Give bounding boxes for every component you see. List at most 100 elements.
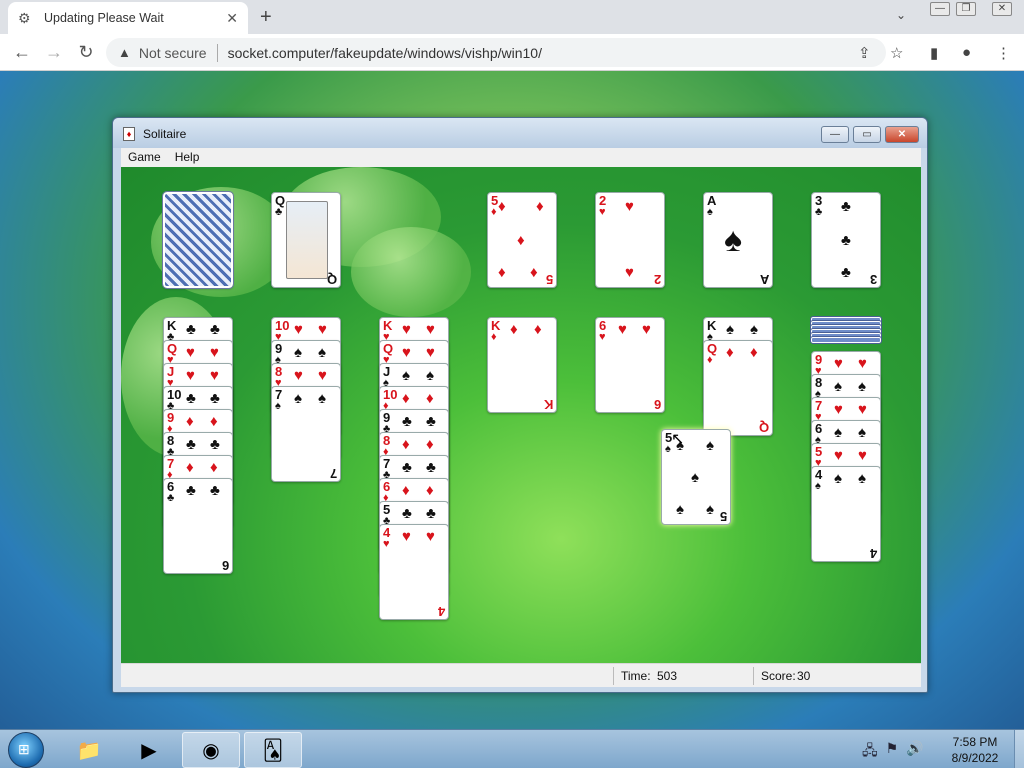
- card-pip: ♥: [834, 355, 843, 372]
- share-icon[interactable]: ⇪: [858, 44, 871, 62]
- card-suit: ♦: [491, 206, 497, 218]
- card-pip: ♦: [726, 344, 734, 361]
- system-tray: 🖧 ⚑ 🔊: [862, 740, 924, 764]
- restore-button[interactable]: ❐: [956, 2, 976, 16]
- card-pip: ♣: [426, 459, 436, 476]
- card-pip: ♥: [426, 528, 435, 545]
- card-pip: ♦: [402, 482, 410, 499]
- tab-close-icon[interactable]: ✕: [226, 10, 238, 27]
- menu-game[interactable]: Game: [121, 148, 168, 167]
- card-pip: ♠: [858, 378, 866, 395]
- side-panel-icon[interactable]: ▮: [930, 44, 938, 62]
- time-label: Time:: [621, 669, 651, 683]
- card-suit: ♦: [491, 331, 497, 343]
- chrome-taskbar-icon[interactable]: ◉: [182, 732, 240, 768]
- card-pip: ♦: [426, 390, 434, 407]
- time-value: 503: [657, 669, 678, 683]
- new-tab-button[interactable]: +: [260, 6, 272, 29]
- card-pip: ♦: [210, 459, 218, 476]
- tableau-card[interactable]: Q ♦ ♦ ♦ Q: [703, 340, 773, 436]
- card-pip: ♣: [210, 321, 220, 338]
- game-table[interactable]: Q ♣ Q 5 ♦ ♦ ♦ ♦ ♦ ♦ 5 2 ♥ ♥ ♥ 2 A ♠ ♠ A: [121, 167, 921, 663]
- warning-icon[interactable]: ▲: [118, 45, 131, 60]
- face-down-card: [810, 336, 882, 344]
- tableau-card[interactable]: K ♦ ♦ ♦ K: [487, 317, 557, 413]
- tableau-card[interactable]: 4 ♥ ♥ ♥ 4: [379, 524, 449, 620]
- card-pip: ♥: [402, 321, 411, 338]
- profile-avatar-icon[interactable]: ●: [962, 44, 971, 61]
- window-close-button[interactable]: ✕: [885, 126, 919, 143]
- divider: [753, 667, 754, 685]
- card-pip: ♥: [858, 355, 867, 372]
- menu-bar: Game Help: [121, 148, 921, 167]
- minimize-button[interactable]: —: [930, 2, 950, 16]
- windows-logo-icon: ⊞: [18, 741, 30, 757]
- score-label: Score:: [761, 669, 796, 683]
- card-pip: ♣: [186, 436, 196, 453]
- tab-search-icon[interactable]: ⌄: [896, 8, 906, 22]
- stock-pile[interactable]: [162, 191, 234, 289]
- bookmark-star-icon[interactable]: ☆: [890, 44, 903, 62]
- reload-button[interactable]: ↻: [74, 40, 98, 64]
- card-rank: 4: [437, 604, 445, 619]
- card-pip: ♦: [534, 321, 542, 338]
- explorer-taskbar-icon[interactable]: 📁: [60, 732, 118, 768]
- mouse-cursor-icon: ↖: [671, 431, 685, 448]
- card-pip: ♣: [402, 459, 412, 476]
- foundation-pile[interactable]: 2 ♥ ♥ ♥ 2: [595, 192, 665, 288]
- waste-card[interactable]: Q ♣ Q: [271, 192, 341, 288]
- volume-icon[interactable]: 🔊: [906, 740, 923, 764]
- card-pip: ♦: [210, 413, 218, 430]
- card-pip: ♦: [750, 344, 758, 361]
- card-rank: K: [543, 397, 553, 412]
- card-pip: ♥: [834, 447, 843, 464]
- card-suit: ♠: [275, 400, 281, 412]
- window-title-bar[interactable]: ♦ Solitaire — ▭ ✕: [113, 118, 927, 148]
- start-button[interactable]: ⊞: [8, 732, 44, 768]
- card-pip: ♥: [210, 367, 219, 384]
- action-center-icon[interactable]: ⚑: [886, 740, 899, 764]
- card-rank: 7: [329, 466, 337, 481]
- card-pip: ♣: [402, 505, 412, 522]
- card-suit: ♥: [599, 331, 606, 343]
- tableau-card[interactable]: 4 ♠ ♠ ♠ 4: [811, 466, 881, 562]
- card-pip: ♠: [294, 390, 302, 407]
- solitaire-taskbar-icon[interactable]: 🂡: [244, 732, 302, 768]
- address-bar[interactable]: ▲ Not secure socket.computer/fakeupdate/…: [106, 38, 886, 67]
- forward-button[interactable]: →: [42, 40, 66, 64]
- window-title: Solitaire: [143, 127, 187, 141]
- card-pip: ♣: [210, 436, 220, 453]
- card-pip: ♣: [402, 413, 412, 430]
- card-pip: ♦: [186, 459, 194, 476]
- card-pip: ♣: [186, 482, 196, 499]
- card-pip: ♥: [625, 264, 634, 281]
- foundation-pile[interactable]: A ♠ ♠ A: [703, 192, 773, 288]
- window-maximize-button[interactable]: ▭: [853, 126, 881, 143]
- tableau-card[interactable]: 7 ♠ ♠ ♠ 7: [271, 386, 341, 482]
- browser-tab[interactable]: ⚙ Updating Please Wait ✕: [8, 2, 248, 34]
- card-suit: ♥: [383, 538, 390, 550]
- solitaire-window: ♦ Solitaire — ▭ ✕ Game Help Q ♣ Q 5 ♦ ♦ …: [112, 117, 928, 693]
- url-text[interactable]: socket.computer/fakeupdate/windows/vishp…: [228, 45, 542, 61]
- tableau-card[interactable]: 6 ♥ ♥ ♥ 6: [595, 317, 665, 413]
- media-player-taskbar-icon[interactable]: ▶: [120, 732, 178, 768]
- card-pip: ♣: [841, 198, 851, 215]
- network-icon[interactable]: 🖧: [862, 740, 878, 764]
- security-label[interactable]: Not secure: [139, 45, 207, 61]
- menu-help[interactable]: Help: [168, 148, 207, 167]
- card-suit: ♠: [815, 480, 821, 492]
- show-desktop-button[interactable]: [1014, 730, 1024, 768]
- menu-kebab-icon[interactable]: ⋮: [996, 44, 1011, 62]
- close-button[interactable]: ✕: [992, 2, 1012, 16]
- foundation-pile[interactable]: 5 ♦ ♦ ♦ ♦ ♦ ♦ 5: [487, 192, 557, 288]
- clock[interactable]: 7:58 PM 8/9/2022: [940, 734, 1010, 766]
- tableau-card[interactable]: 6 ♣ ♣ ♣ 6: [163, 478, 233, 574]
- card-pip: ♥: [186, 367, 195, 384]
- face-card-art: [286, 201, 328, 279]
- window-minimize-button[interactable]: —: [821, 126, 849, 143]
- card-pip: ♥: [402, 528, 411, 545]
- back-button[interactable]: ←: [10, 40, 34, 64]
- card-suit: ♠: [665, 443, 671, 455]
- card-rank: Q: [326, 272, 337, 287]
- foundation-pile[interactable]: 3 ♣ ♣ ♣ ♣ 3: [811, 192, 881, 288]
